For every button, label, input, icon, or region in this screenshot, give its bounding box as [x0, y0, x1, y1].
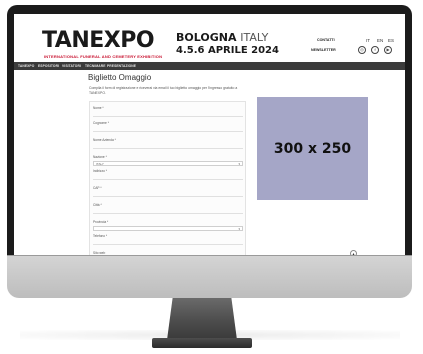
main-nav: TANEXPO ESPOSITORI VISITATORI TECNIMARE … [14, 62, 405, 70]
cognome-input[interactable] [93, 131, 243, 132]
field-label-provincia: Provincia * [93, 220, 109, 224]
registration-form: Nome * Cognome * Nome Azienda * Nazione … [89, 101, 246, 261]
monitor-screen: TANEXPO INTERNATIONAL FUNERAL AND CEMETE… [14, 14, 405, 261]
nome-input[interactable] [93, 116, 243, 117]
nav-item-visitatori[interactable]: VISITATORI [62, 64, 81, 68]
screenshot-stage: TANEXPO INTERNATIONAL FUNERAL AND CEMETE… [0, 0, 423, 354]
newsletter-link[interactable]: NEWSLETTER [311, 48, 336, 52]
event-city: BOLOGNA [176, 31, 237, 44]
monitor-stand-base [152, 338, 252, 348]
azienda-input[interactable] [93, 148, 243, 149]
page-title: Biglietto Omaggio [88, 73, 152, 82]
site-header: TANEXPO INTERNATIONAL FUNERAL AND CEMETE… [14, 14, 405, 60]
field-label-azienda: Nome Azienda * [93, 138, 116, 142]
citta-input[interactable] [93, 213, 243, 214]
contacts-link[interactable]: CONTATTI [317, 38, 335, 42]
nazione-select[interactable]: ITALY ▾ [93, 161, 243, 166]
telefono-input[interactable] [93, 244, 243, 245]
lang-it[interactable]: IT [366, 38, 370, 43]
nazione-selected-value: ITALY [96, 162, 104, 166]
field-label-indirizzo: Indirizzo * [93, 169, 107, 173]
field-label-citta: Città * [93, 203, 102, 207]
nav-item-tecnimare[interactable]: TECNIMARE [85, 64, 106, 68]
field-label-nome: Nome * [93, 106, 104, 110]
intro-text: Compila il form di registrazione e ricev… [89, 86, 238, 95]
lang-es[interactable]: ES [388, 38, 394, 43]
field-label-telefono: Telefono * [93, 234, 108, 238]
nav-item-tanexpo[interactable]: TANEXPO [18, 64, 34, 68]
field-label-cognome: Cognome * [93, 121, 109, 125]
instagram-icon[interactable]: ◎ [358, 46, 366, 54]
nav-item-presentazione[interactable]: PRESENTAZIONE [107, 64, 136, 68]
provincia-select[interactable]: ▾ [93, 226, 243, 231]
ad-placeholder[interactable]: 300 x 250 [257, 97, 368, 200]
lang-en[interactable]: EN [377, 38, 383, 43]
indirizzo-input[interactable] [93, 179, 243, 180]
tanexpo-logo[interactable]: TANEXPO [42, 30, 155, 52]
field-label-cap: CAP * [93, 186, 102, 190]
event-dates: 4.5.6 APRILE 2024 [176, 45, 279, 56]
nav-item-espositori[interactable]: ESPOSITORI [38, 64, 59, 68]
logo-tagline: INTERNATIONAL FUNERAL AND CEMETERY EXHIB… [44, 54, 163, 59]
monitor-chin [7, 255, 412, 298]
youtube-icon[interactable]: ▶ [384, 46, 392, 54]
field-label-nazione: Nazione * [93, 155, 107, 159]
chevron-down-icon: ▾ [238, 162, 240, 166]
event-country: ITALY [240, 31, 269, 44]
facebook-icon[interactable]: f [371, 46, 379, 54]
chevron-down-icon: ▾ [238, 227, 240, 231]
monitor-stand-neck [167, 298, 237, 340]
event-location: BOLOGNA ITALY [176, 32, 268, 44]
cap-input[interactable] [93, 196, 243, 197]
ad-size-label: 300 x 250 [273, 141, 352, 157]
